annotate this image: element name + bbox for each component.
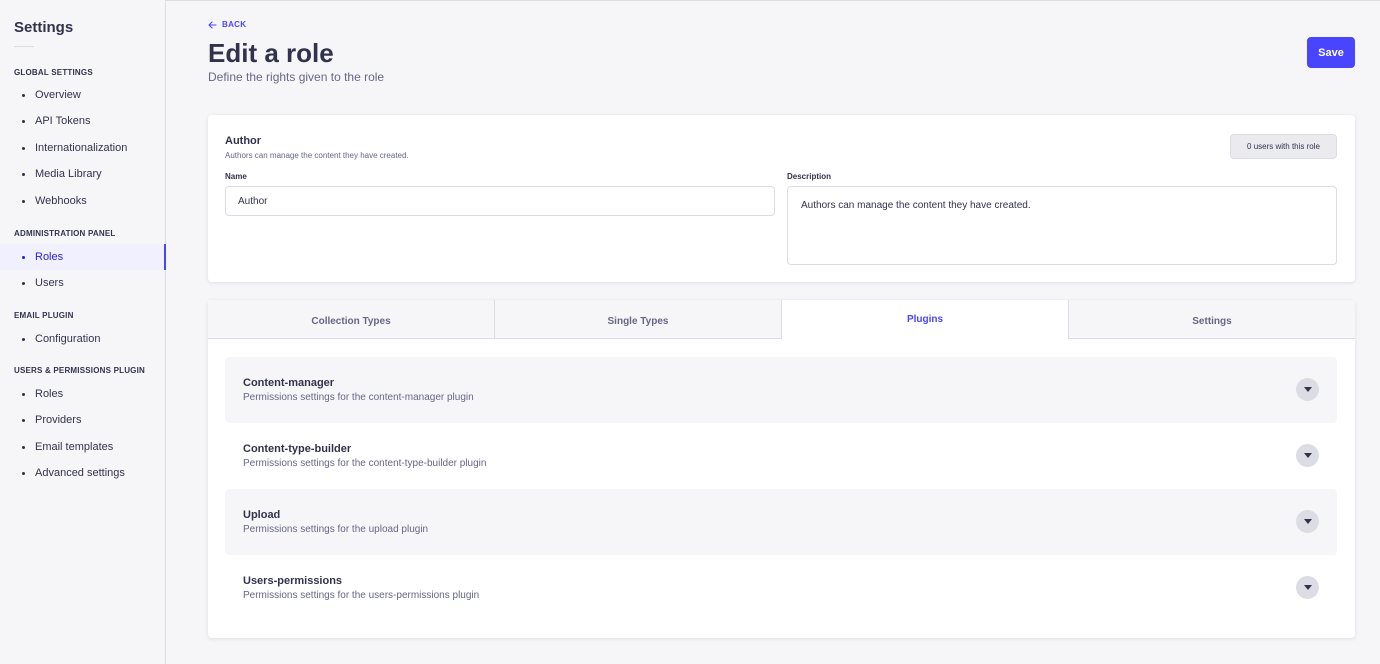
description-label: Description [787,172,832,181]
section-global-settings: Global Settings [14,68,93,77]
plugin-description: Permissions settings for the content-typ… [243,458,487,469]
sidebar-item-label: Media Library [35,168,102,180]
users-count-badge: 0 users with this role [1230,134,1337,159]
plugin-name: Content-type-builder [243,443,352,455]
tab-bar: Collection Types Single Types Plugins Se… [208,300,1355,339]
section-email-plugin: Email Plugin [14,311,74,320]
sidebar-item-overview[interactable]: Overview [0,82,166,108]
bullet-icon [22,281,25,285]
bullet-icon [22,337,25,341]
caret-down-icon [1303,453,1312,458]
sidebar-item-label: Providers [35,414,82,426]
sidebar-item-users[interactable]: Users [0,270,166,296]
sidebar-item-label: API Tokens [35,115,91,127]
tab-single-types[interactable]: Single Types [495,300,782,339]
sidebar-item-label: Email templates [35,441,114,453]
sidebar-item-label: Configuration [35,333,101,345]
sidebar-item-email-templates[interactable]: Email templates [0,434,166,460]
sidebar-item-providers[interactable]: Providers [0,407,166,433]
bullet-icon [22,445,25,449]
plugin-name: Content-manager [243,377,335,389]
description-field[interactable]: Authors can manage the content they have… [787,186,1337,265]
bullet-icon [22,119,25,123]
sidebar-item-label: Overview [35,89,81,101]
sidebar-title: Settings [14,19,74,36]
expand-button[interactable] [1296,378,1319,401]
top-border [0,0,1380,1]
name-field[interactable] [225,186,775,216]
role-name-heading: Author [225,135,262,147]
plugin-row-users-permissions[interactable]: Users-permissions Permissions settings f… [225,555,1337,621]
plugin-description: Permissions settings for the upload plug… [243,524,429,535]
caret-down-icon [1303,387,1312,392]
bullet-icon [22,392,25,396]
page-title: Edit a role [208,38,334,68]
role-description-text: Authors can manage the content they have… [225,151,409,160]
sidebar-item-api-tokens[interactable]: API Tokens [0,108,166,134]
permissions-panel: Collection Types Single Types Plugins Se… [208,300,1355,638]
back-link[interactable]: BACK [208,20,246,29]
page-subtitle: Define the rights given to the role [208,70,385,84]
sidebar-item-webhooks[interactable]: Webhooks [0,188,166,214]
plugin-row-content-manager[interactable]: Content-manager Permissions settings for… [225,357,1337,423]
sidebar-item-internationalization[interactable]: Internationalization [0,135,166,161]
tab-plugins[interactable]: Plugins [782,300,1069,339]
arrow-left-icon [208,20,217,29]
sidebar-item-label: Roles [35,388,64,400]
name-label: Name [225,172,247,181]
caret-down-icon [1303,519,1312,524]
caret-down-icon [1303,585,1312,590]
save-button[interactable]: Save [1307,37,1355,68]
sidebar-item-advanced-settings[interactable]: Advanced settings [0,460,166,486]
sidebar-item-label: Roles [35,251,64,263]
expand-button[interactable] [1296,510,1319,533]
sidebar-item-label: Advanced settings [35,467,125,479]
plugin-description: Permissions settings for the content-man… [243,392,474,403]
plugin-row-content-type-builder[interactable]: Content-type-builder Permissions setting… [225,423,1337,489]
bullet-icon [22,146,25,150]
sidebar-item-roles[interactable]: Roles [0,244,166,270]
section-users-permissions-plugin: Users & Permissions Plugin [14,366,145,375]
plugin-description: Permissions settings for the users-permi… [243,590,480,601]
bullet-icon [22,199,25,203]
sidebar-item-up-roles[interactable]: Roles [0,381,166,407]
plugin-row-upload[interactable]: Upload Permissions settings for the uplo… [225,489,1337,555]
sidebar-item-label: Users [35,277,64,289]
bullet-icon [22,172,25,176]
sidebar-item-configuration[interactable]: Configuration [0,326,166,352]
sidebar-item-label: Internationalization [35,142,128,154]
sidebar-item-label: Webhooks [35,195,87,207]
settings-sidebar: Settings Global Settings Overview API To… [0,0,166,664]
tab-collection-types[interactable]: Collection Types [208,300,495,339]
tab-settings[interactable]: Settings [1069,300,1355,339]
plugin-name: Upload [243,509,281,521]
back-label: BACK [222,20,247,29]
plugin-name: Users-permissions [243,575,343,587]
bullet-icon [22,471,25,475]
sidebar-item-media-library[interactable]: Media Library [0,161,166,187]
bullet-icon [22,255,25,259]
bullet-icon [22,418,25,422]
section-administration-panel: Administration Panel [14,229,116,238]
role-details-card: Author Authors can manage the content th… [208,115,1355,282]
expand-button[interactable] [1296,576,1319,599]
expand-button[interactable] [1296,444,1319,467]
bullet-icon [22,93,25,97]
sidebar-divider [14,46,34,47]
